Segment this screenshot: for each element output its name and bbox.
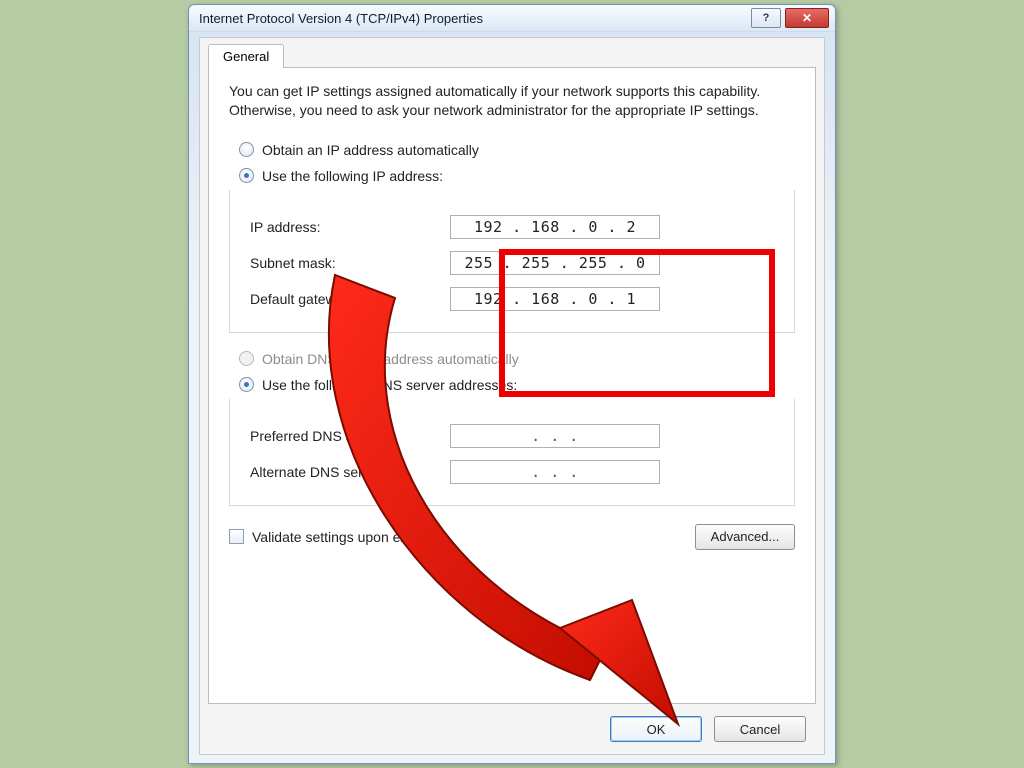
radio-row-obtain-dns-auto: Obtain DNS server address automatically — [239, 351, 795, 367]
group-ip: IP address: 192 . 168 . 0 . 2 Subnet mas… — [229, 190, 795, 333]
close-icon: ✕ — [802, 11, 812, 25]
input-alternate-dns[interactable]: . . . — [450, 460, 660, 484]
row-alternate-dns: Alternate DNS server: . . . — [246, 457, 778, 487]
checkbox-icon — [229, 529, 244, 544]
label-subnet-mask: Subnet mask: — [246, 255, 450, 271]
ok-button[interactable]: OK — [610, 716, 702, 742]
dialog-buttons: OK Cancel — [610, 716, 806, 742]
input-default-gateway[interactable]: 192 . 168 . 0 . 1 — [450, 287, 660, 311]
client-area: General You can get IP settings assigned… — [199, 37, 825, 755]
row-preferred-dns: Preferred DNS server: . . . — [246, 421, 778, 451]
tab-strip: General — [208, 42, 284, 68]
row-default-gateway: Default gateway: 192 . 168 . 0 . 1 — [246, 284, 778, 314]
row-subnet-mask: Subnet mask: 255 . 255 . 255 . 0 — [246, 248, 778, 278]
properties-window: Internet Protocol Version 4 (TCP/IPv4) P… — [188, 4, 836, 764]
radio-label: Use the following DNS server addresses: — [262, 377, 517, 393]
close-button[interactable]: ✕ — [785, 8, 829, 28]
page-backdrop: Internet Protocol Version 4 (TCP/IPv4) P… — [0, 0, 1024, 768]
radio-label: Obtain DNS server address automatically — [262, 351, 519, 367]
help-button[interactable]: ? — [751, 8, 781, 28]
input-ip-address[interactable]: 192 . 168 . 0 . 2 — [450, 215, 660, 239]
radio-icon — [239, 351, 254, 366]
bottom-row: Validate settings upon exit Advanced... — [229, 524, 795, 550]
input-subnet-mask[interactable]: 255 . 255 . 255 . 0 — [450, 251, 660, 275]
row-validate-on-exit[interactable]: Validate settings upon exit — [229, 529, 414, 545]
row-ip-address: IP address: 192 . 168 . 0 . 2 — [246, 212, 778, 242]
label-ip-address: IP address: — [246, 219, 450, 235]
group-dns: Preferred DNS server: . . . Alternate DN… — [229, 399, 795, 506]
radio-row-use-following-ip[interactable]: Use the following IP address: — [239, 168, 795, 184]
radio-label: Use the following IP address: — [262, 168, 443, 184]
checkbox-label: Validate settings upon exit — [252, 529, 414, 545]
radio-icon — [239, 377, 254, 392]
label-default-gateway: Default gateway: — [246, 291, 450, 307]
tab-general[interactable]: General — [208, 44, 284, 68]
cancel-button[interactable]: Cancel — [714, 716, 806, 742]
radio-row-obtain-ip-auto[interactable]: Obtain an IP address automatically — [239, 142, 795, 158]
radio-label: Obtain an IP address automatically — [262, 142, 479, 158]
tab-page-general: You can get IP settings assigned automat… — [208, 67, 816, 704]
radio-icon — [239, 168, 254, 183]
titlebar: Internet Protocol Version 4 (TCP/IPv4) P… — [189, 5, 835, 32]
radio-icon — [239, 142, 254, 157]
label-alternate-dns: Alternate DNS server: — [246, 464, 450, 480]
intro-text: You can get IP settings assigned automat… — [229, 82, 795, 120]
window-title: Internet Protocol Version 4 (TCP/IPv4) P… — [199, 11, 747, 26]
label-preferred-dns: Preferred DNS server: — [246, 428, 450, 444]
input-preferred-dns[interactable]: . . . — [450, 424, 660, 448]
radio-row-use-following-dns[interactable]: Use the following DNS server addresses: — [239, 377, 795, 393]
advanced-button[interactable]: Advanced... — [695, 524, 795, 550]
help-icon: ? — [763, 12, 770, 24]
